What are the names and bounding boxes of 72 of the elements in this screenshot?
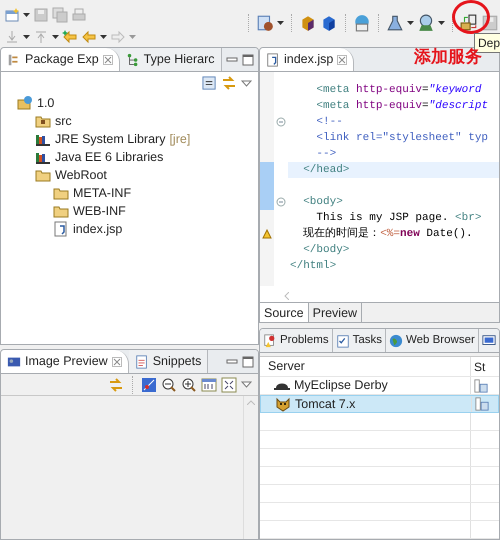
code-line: This is my JSP page. <br> bbox=[315, 211, 482, 226]
tree-item[interactable]: 1.0 bbox=[17, 94, 258, 112]
maximize-icon[interactable] bbox=[242, 54, 254, 66]
tree-item[interactable]: JRE System Library [jre] bbox=[17, 130, 258, 148]
monitor-icon[interactable] bbox=[482, 334, 496, 348]
deploy-icon[interactable] bbox=[460, 14, 478, 32]
caret-icon[interactable] bbox=[52, 35, 59, 39]
tree-item[interactable]: META-INF bbox=[17, 184, 258, 202]
close-icon[interactable] bbox=[102, 54, 113, 64]
caret-icon[interactable] bbox=[277, 21, 284, 25]
code-line: <body> bbox=[302, 195, 343, 210]
editor-mode-tab[interactable]: Preview bbox=[308, 303, 362, 322]
maximize-icon[interactable] bbox=[242, 356, 254, 368]
close-icon[interactable] bbox=[337, 54, 348, 64]
server-name: Tomcat 7.x bbox=[295, 396, 356, 413]
code-line: </html> bbox=[289, 259, 336, 274]
view-tab[interactable]: Snippets bbox=[128, 350, 208, 373]
view-tab[interactable]: Type Hierarc bbox=[120, 48, 222, 71]
code-line: 现在的时间是：<%=new Date(). bbox=[302, 226, 473, 242]
snippets-icon bbox=[134, 354, 149, 368]
column-header: Server bbox=[267, 358, 306, 376]
image-icon bbox=[7, 354, 21, 368]
tree-item[interactable]: WEB-INF bbox=[17, 202, 258, 220]
view-tab[interactable]: Tasks bbox=[332, 329, 386, 352]
close-icon[interactable] bbox=[112, 356, 122, 366]
editor-mode-tab[interactable]: Source bbox=[260, 303, 309, 322]
change-marker bbox=[260, 162, 274, 210]
status-icon bbox=[474, 378, 488, 392]
server-run-icon[interactable] bbox=[417, 14, 435, 32]
flask-icon[interactable] bbox=[386, 14, 404, 32]
view-menu-icon[interactable] bbox=[241, 80, 252, 86]
caret-icon[interactable] bbox=[23, 13, 30, 17]
column-header: St bbox=[470, 357, 486, 376]
caret-icon[interactable] bbox=[438, 21, 445, 25]
status-icon bbox=[475, 397, 489, 411]
fit-icon[interactable] bbox=[221, 376, 237, 392]
view-tab[interactable]: Image Preview bbox=[1, 350, 129, 373]
code-line: <link rel="stylesheet" typ bbox=[315, 131, 488, 146]
file-icon bbox=[53, 221, 69, 237]
caret-icon[interactable] bbox=[407, 21, 414, 25]
view-tab[interactable]: Web Browser bbox=[386, 329, 479, 352]
fold-icon[interactable] bbox=[276, 197, 286, 207]
hierarchy-icon bbox=[126, 52, 140, 66]
view-menu-icon[interactable] bbox=[241, 381, 252, 388]
tree-item[interactable]: WebRoot bbox=[17, 166, 258, 184]
editor-tab[interactable]: index.jsp bbox=[260, 48, 354, 71]
zoom-out-icon[interactable] bbox=[161, 376, 177, 392]
tree-item[interactable]: index.jsp bbox=[17, 220, 258, 238]
collapse-all-icon[interactable] bbox=[202, 76, 217, 90]
tree-item[interactable]: Java EE 6 Libraries bbox=[17, 148, 258, 166]
caret-icon[interactable] bbox=[23, 35, 30, 39]
code-line: --> bbox=[315, 147, 336, 162]
server-name: MyEclipse Derby bbox=[294, 377, 388, 394]
caret-icon[interactable] bbox=[100, 35, 107, 39]
problems-icon bbox=[263, 334, 277, 348]
view-tab[interactable]: Package Exp bbox=[1, 48, 120, 71]
project-icon bbox=[17, 95, 33, 111]
cat-icon bbox=[275, 396, 291, 412]
jsp-file-icon bbox=[266, 52, 280, 66]
tasks-icon bbox=[336, 334, 350, 348]
view-tab[interactable]: Problems bbox=[260, 329, 333, 352]
fold-icon[interactable] bbox=[276, 117, 286, 127]
server-row[interactable]: Tomcat 7.x bbox=[260, 395, 499, 413]
code-line: </body> bbox=[302, 243, 350, 258]
code-line: </head> bbox=[302, 163, 350, 178]
image-edit-icon[interactable] bbox=[141, 376, 157, 392]
actual-size-icon[interactable] bbox=[201, 376, 217, 392]
tree-item[interactable]: src bbox=[17, 112, 258, 130]
zoom-in-icon[interactable] bbox=[181, 376, 197, 392]
code-line: <!-- bbox=[315, 115, 343, 130]
code-line: <meta http-equiv="descript bbox=[315, 99, 488, 114]
code-line: <meta http-equiv="keyword bbox=[315, 83, 482, 98]
